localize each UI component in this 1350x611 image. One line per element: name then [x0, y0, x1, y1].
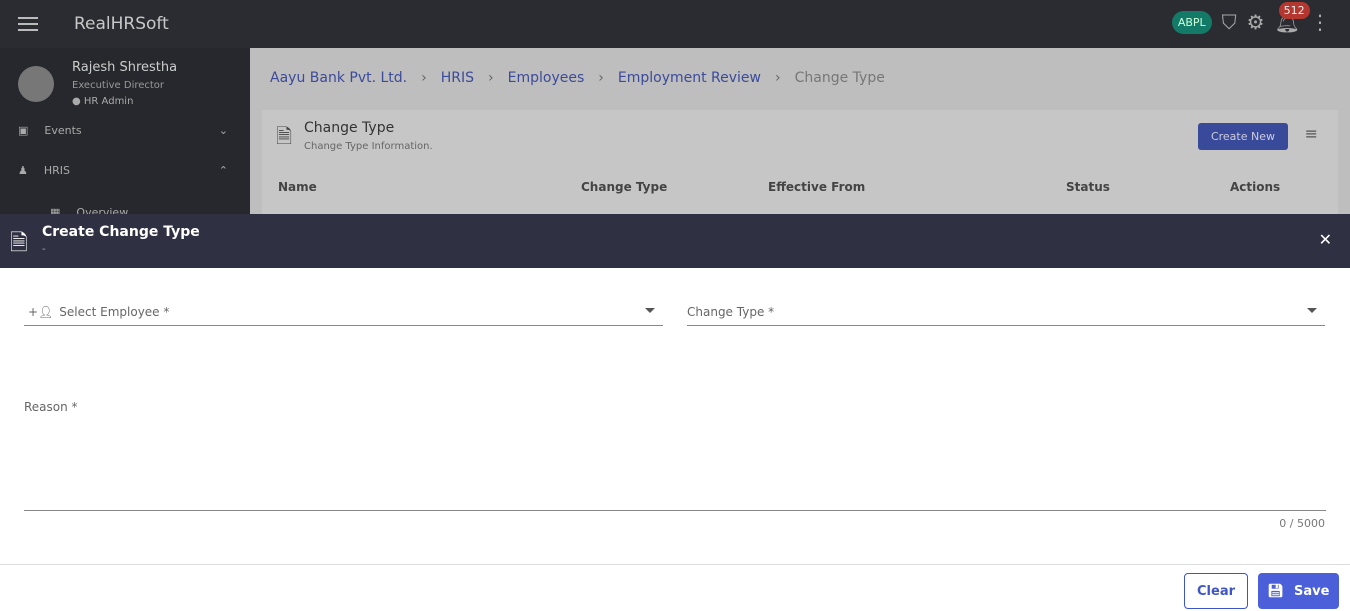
breadcrumb-item[interactable]: Aayu Bank Pvt. Ltd.	[270, 70, 407, 86]
breadcrumb-current: Change Type	[794, 70, 885, 86]
card-subtitle: Change Type Information.	[304, 141, 433, 152]
hamburger-menu-icon[interactable]	[18, 17, 38, 31]
filter-icon[interactable]: ≡	[1305, 124, 1318, 143]
document-icon: 🗎	[276, 124, 293, 148]
document-icon: 🗎	[10, 231, 28, 256]
breadcrumb-item[interactable]: Employment Review	[618, 70, 761, 86]
user-group: ● HR Admin	[72, 96, 134, 107]
card-title: Change Type	[304, 120, 395, 136]
user-name: Rajesh Shrestha	[72, 60, 178, 75]
notification-badge: 512	[1278, 2, 1310, 19]
app-title: RealHRSoft	[74, 14, 169, 34]
change-type-card: 🗎 Change Type Change Type Information. C…	[262, 110, 1338, 220]
select-employee-placeholder: Select Employee *	[59, 304, 170, 319]
reason-label: Reason *	[24, 400, 78, 414]
chevron-down-icon: ⌄	[218, 124, 228, 137]
change-type-placeholder: Change Type *	[687, 304, 775, 319]
gear-icon[interactable]: ⚙	[1247, 10, 1265, 34]
save-button[interactable]: 💾︎ Save	[1258, 573, 1339, 609]
select-employee-field[interactable]: +👤︎ Select Employee *	[24, 298, 663, 326]
shield-star-icon[interactable]: ⛉	[1222, 10, 1237, 34]
change-type-select[interactable]: Change Type *	[687, 298, 1325, 326]
dialog-header: 🗎 Create Change Type - ✕	[0, 214, 1350, 268]
dropdown-arrow-icon	[645, 308, 655, 313]
save-label: Save	[1294, 583, 1330, 599]
sidebar-item-label: Events	[44, 124, 82, 137]
dialog-title: Create Change Type	[42, 224, 200, 240]
bell-icon[interactable]: 🔔︎ 512	[1275, 2, 1310, 34]
events-icon: ▣	[18, 124, 29, 137]
column-header: Effective From	[768, 180, 866, 194]
column-header: Actions	[1230, 180, 1281, 194]
breadcrumb-item[interactable]: Employees	[508, 70, 585, 86]
add-person-icon: +👤︎	[28, 304, 54, 319]
chevron-up-icon: ⌃	[218, 164, 228, 177]
create-new-button[interactable]: Create New	[1197, 123, 1288, 150]
clear-button[interactable]: Clear	[1184, 573, 1248, 609]
breadcrumb: Aayu Bank Pvt. Ltd. › HRIS › Employees › Em…	[270, 70, 885, 86]
floppy-disk-icon: 💾︎	[1267, 583, 1285, 599]
avatar	[18, 66, 54, 102]
footer-divider	[0, 564, 1350, 565]
dropdown-arrow-icon	[1307, 308, 1317, 313]
more-vert-icon[interactable]: ⋮	[1310, 10, 1330, 34]
sidebar-item-label: HRIS	[43, 164, 71, 177]
breadcrumb-item[interactable]: HRIS	[441, 70, 474, 86]
column-header: Change Type	[581, 180, 668, 194]
org-badge[interactable]: ABPL	[1171, 10, 1212, 34]
person-icon: ♟	[18, 164, 28, 177]
sidebar-item-hris[interactable]: ♟ HRIS ⌃	[18, 164, 228, 177]
top-bar: RealHRSoft ABPL ⛉ ⚙ 🔔︎ 512 ⋮	[0, 0, 1350, 48]
column-header: Status	[1066, 180, 1110, 194]
close-icon[interactable]: ✕	[1319, 230, 1332, 249]
user-role: Executive Director	[72, 80, 165, 91]
column-header: Name	[278, 180, 317, 194]
character-count: 0 / 5000	[1279, 517, 1325, 530]
sidebar-item-events[interactable]: ▣ Events ⌄	[18, 124, 228, 137]
dialog-subtitle: -	[42, 244, 46, 255]
reason-textarea[interactable]: Reason *	[24, 400, 1326, 511]
create-change-type-dialog: 🗎 Create Change Type - ✕ +👤︎ Select Empl…	[0, 214, 1350, 611]
user-group-label: HR Admin	[83, 96, 134, 107]
